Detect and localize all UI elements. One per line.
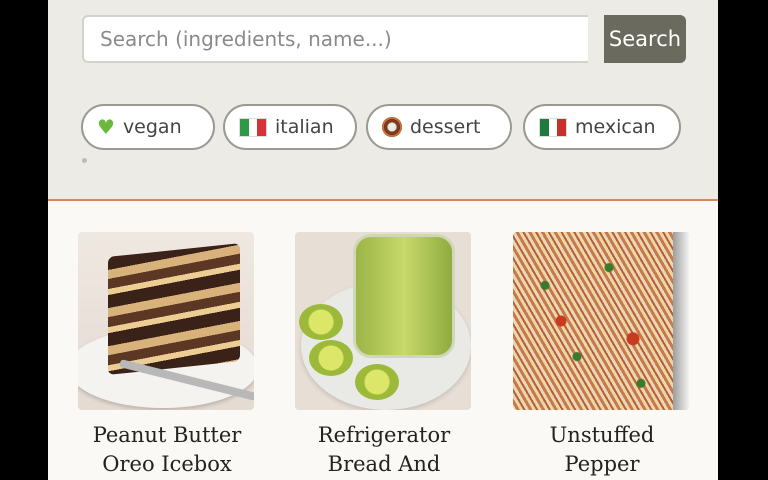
tag-label: dessert	[410, 116, 481, 138]
search-button[interactable]: Search	[604, 15, 686, 63]
scroll-indicator	[82, 158, 87, 163]
recipe-card[interactable]: Peanut Butter Oreo Icebox	[78, 232, 256, 479]
tag-vegan[interactable]: ♥ vegan	[81, 104, 215, 150]
tag-label: mexican	[575, 116, 656, 138]
mexico-flag-icon	[539, 117, 567, 137]
recipe-image[interactable]	[78, 232, 254, 410]
search-header: Search ♥ vegan italian dessert me	[48, 0, 718, 201]
recipe-card[interactable]: Unstuffed Pepper	[513, 232, 691, 479]
tag-dessert[interactable]: dessert	[366, 104, 512, 150]
recipe-title[interactable]: Refrigerator Bread And	[295, 421, 473, 479]
donut-icon	[382, 117, 402, 137]
search-bar: Search	[82, 15, 686, 63]
recipe-app: Search ♥ vegan italian dessert me	[48, 0, 718, 480]
recipe-image[interactable]	[295, 232, 471, 410]
tag-mexican[interactable]: mexican	[523, 104, 681, 150]
search-input[interactable]	[82, 15, 588, 63]
recipe-image[interactable]	[513, 232, 689, 410]
recipe-title[interactable]: Unstuffed Pepper	[513, 421, 691, 479]
green-heart-icon: ♥	[97, 115, 115, 139]
tag-label: vegan	[122, 116, 182, 138]
italy-flag-icon	[239, 117, 267, 137]
recipe-card[interactable]: Refrigerator Bread And	[295, 232, 473, 479]
tag-filter-list: ♥ vegan italian dessert mexican	[81, 104, 701, 150]
tag-label: italian	[275, 116, 334, 138]
recipe-grid: Peanut Butter Oreo Icebox Refrigerator B…	[48, 232, 718, 480]
recipe-title[interactable]: Peanut Butter Oreo Icebox	[78, 421, 256, 479]
tag-italian[interactable]: italian	[223, 104, 357, 150]
